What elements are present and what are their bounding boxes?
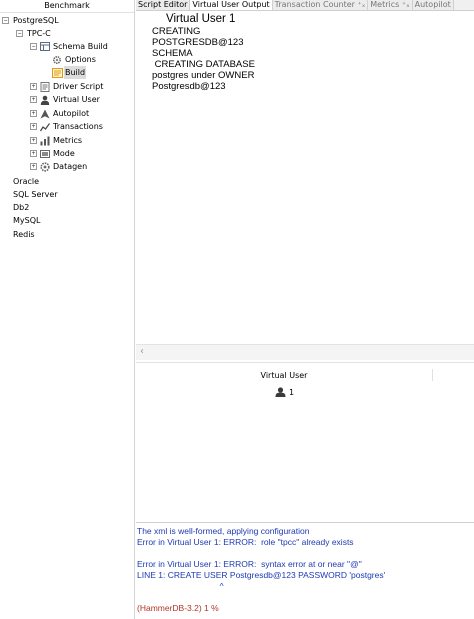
user-icon: [275, 387, 286, 397]
tree-item-label: Db2: [13, 203, 30, 212]
tree-item-db2[interactable]: Db2: [12, 201, 30, 214]
tree-item-tpc-c[interactable]: − TPC-C: [16, 27, 52, 40]
build-icon: [52, 68, 63, 78]
output-horizontal-scrollbar[interactable]: ‹: [136, 344, 474, 360]
tree-item-label: Mode: [53, 149, 75, 158]
tree-item-driver-script[interactable]: + Driver Script: [30, 80, 104, 93]
expand-icon[interactable]: +: [30, 163, 37, 170]
tree-item-redis[interactable]: Redis: [12, 228, 36, 241]
autopilot-icon: [40, 109, 50, 119]
console-line: ^: [137, 581, 224, 591]
tree-item-autopilot[interactable]: + Autopilot: [30, 107, 90, 120]
tab-virtual-user-output[interactable]: Virtual User Output: [190, 0, 273, 10]
virtual-user-row[interactable]: 1: [275, 387, 294, 397]
expand-icon[interactable]: +: [30, 123, 37, 130]
tab-transaction-counter[interactable]: Transaction Counter ⁺ₓ: [272, 0, 369, 10]
tab-autopilot[interactable]: Autopilot: [412, 0, 454, 10]
tree-item-metrics[interactable]: + Metrics: [30, 134, 83, 147]
virtual-user-id: 1: [289, 387, 295, 397]
tree-item-postgresql[interactable]: − PostgreSQL: [2, 14, 60, 27]
console-output[interactable]: The xml is well-formed, applying configu…: [136, 522, 474, 619]
tree-item-label: Build: [64, 66, 87, 79]
benchmark-panel-title: Benchmark: [0, 0, 134, 13]
tree-item-oracle[interactable]: Oracle: [12, 175, 40, 188]
tree-item-transactions[interactable]: + Transactions: [30, 120, 104, 133]
driver-script-icon: [40, 82, 50, 92]
expand-icon[interactable]: +: [30, 83, 37, 90]
output-line: Postgresdb@123: [152, 81, 226, 92]
console-line: The xml is well-formed, applying configu…: [137, 526, 310, 536]
collapse-icon[interactable]: −: [30, 43, 37, 50]
output-line: SCHEMA: [152, 48, 193, 59]
tree-item-label: TPC-C: [27, 29, 51, 38]
tree-item-schema-build[interactable]: − Schema Build: [30, 40, 109, 53]
tree-item-mysql[interactable]: MySQL: [12, 214, 41, 227]
metrics-icon: [40, 136, 50, 146]
tree-item-label: Options: [65, 55, 96, 64]
expand-icon[interactable]: +: [30, 96, 37, 103]
tree-item-label: Oracle: [13, 177, 40, 186]
console-line: Error in Virtual User 1: ERROR: role "tp…: [137, 537, 354, 547]
collapse-icon[interactable]: −: [2, 17, 9, 24]
console-line: LINE 1: CREATE USER Postgresdb@123 PASSW…: [137, 570, 386, 580]
output-line: CREATING DATABASE: [152, 59, 255, 70]
tree-item-label: Virtual User: [53, 95, 100, 104]
output-line: CREATING: [152, 26, 201, 37]
benchmark-panel: Benchmark − PostgreSQL − TPC-C − Schema Build…: [0, 0, 135, 619]
virtual-user-output-pane: Virtual User 1 CREATING POSTGRESDB@123 SCH…: [136, 11, 474, 344]
tree-item-mode[interactable]: + Mode: [30, 147, 76, 160]
datagen-icon: [40, 162, 50, 172]
tree-item-label: Metrics: [53, 136, 83, 145]
tree-item-label: Driver Script: [53, 82, 104, 91]
tree-item-label: Transactions: [53, 122, 103, 131]
tree-item-sql-server[interactable]: SQL Server: [12, 188, 59, 201]
expand-icon[interactable]: +: [30, 110, 37, 117]
virtual-user-column-header: Virtual User: [260, 371, 308, 380]
expand-icon[interactable]: +: [30, 150, 37, 157]
scroll-left-arrow-icon[interactable]: ‹: [140, 346, 144, 357]
collapse-icon[interactable]: −: [16, 30, 23, 37]
tab-metrics[interactable]: Metrics ⁺ₓ: [368, 0, 413, 10]
tree-item-build[interactable]: Build: [52, 66, 87, 79]
virtual-user-output-text: CREATING POSTGRESDB@123 SCHEMA CREATING DA…: [152, 26, 255, 92]
virtual-user-output-title: Virtual User 1: [166, 13, 236, 25]
tree-item-label: SQL Server: [13, 190, 58, 199]
mode-icon: [40, 149, 50, 158]
tab-script-editor[interactable]: Script Editor: [136, 0, 191, 10]
virtual-user-icon: [40, 95, 50, 105]
tree-item-label: Datagen: [53, 162, 88, 171]
tree-item-label: Schema Build: [53, 42, 108, 51]
expand-icon[interactable]: +: [30, 137, 37, 144]
tree-item-virtual-user[interactable]: + Virtual User: [30, 93, 101, 106]
tree-item-datagen[interactable]: + Datagen: [30, 160, 88, 173]
output-line: POSTGRESDB@123: [152, 37, 244, 48]
column-separator[interactable]: [432, 369, 433, 381]
output-line: postgres under OWNER: [152, 70, 255, 81]
tree-item-label: MySQL: [13, 216, 41, 225]
tree-item-label: Autopilot: [53, 109, 90, 118]
tree-item-label: Redis: [13, 230, 35, 239]
console-prompt: (HammerDB-3.2) 1 %: [137, 603, 219, 613]
console-line: Error in Virtual User 1: ERROR: syntax e…: [137, 559, 362, 569]
options-gear-icon: [52, 55, 62, 65]
tab-bar: Script Editor Virtual User Output Transact…: [136, 0, 474, 11]
transactions-icon: [39, 122, 50, 132]
virtual-user-table: Virtual User 1: [136, 362, 474, 522]
schema-build-icon: [40, 42, 50, 51]
tree-item-options[interactable]: Options: [52, 53, 97, 66]
tree-item-label: PostgreSQL: [13, 16, 59, 25]
